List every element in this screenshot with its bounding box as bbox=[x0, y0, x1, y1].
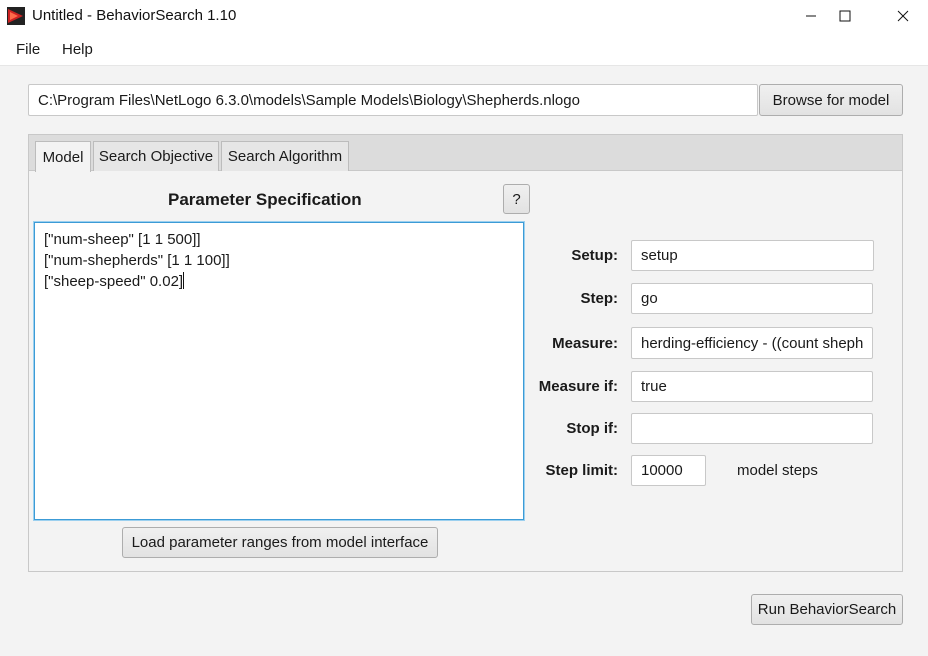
step-limit-field[interactable]: 10000 bbox=[631, 455, 706, 486]
parameter-help-button[interactable]: ? bbox=[503, 184, 530, 214]
stop-if-field[interactable] bbox=[631, 413, 873, 444]
title-bar: Untitled - BehaviorSearch 1.10 bbox=[0, 0, 928, 32]
window-title: Untitled - BehaviorSearch 1.10 bbox=[32, 7, 237, 24]
tab-model[interactable]: Model bbox=[35, 141, 91, 172]
browse-for-model-button[interactable]: Browse for model bbox=[759, 84, 903, 116]
parameter-spec-title: Parameter Specification bbox=[168, 190, 362, 209]
close-icon bbox=[897, 10, 909, 22]
param-line: ["sheep-speed" 0.02] bbox=[44, 273, 184, 290]
menu-file[interactable]: File bbox=[16, 41, 40, 58]
step-limit-label: Step limit: bbox=[545, 462, 618, 479]
step-field[interactable]: go bbox=[631, 283, 873, 314]
model-path-field[interactable]: C:\Program Files\NetLogo 6.3.0\models\Sa… bbox=[28, 84, 758, 116]
behaviorsearch-app-icon bbox=[7, 7, 25, 25]
close-button[interactable] bbox=[880, 0, 926, 32]
menu-bar: File Help bbox=[0, 32, 928, 66]
load-parameter-ranges-button[interactable]: Load parameter ranges from model interfa… bbox=[122, 527, 438, 558]
setup-label: Setup: bbox=[571, 247, 618, 264]
step-label: Step: bbox=[580, 290, 619, 307]
stop-if-label: Stop if: bbox=[566, 420, 618, 437]
tab-strip: Model Search Objective Search Algorithm bbox=[29, 135, 902, 172]
tab-search-objective[interactable]: Search Objective bbox=[93, 141, 219, 171]
minimize-icon bbox=[806, 15, 816, 17]
measure-field[interactable]: herding-efficiency - ((count sheph bbox=[631, 327, 873, 359]
setup-field[interactable]: setup bbox=[631, 240, 874, 271]
run-behaviorsearch-button[interactable]: Run BehaviorSearch bbox=[751, 594, 903, 625]
measure-if-field[interactable]: true bbox=[631, 371, 873, 402]
menu-help[interactable]: Help bbox=[62, 41, 93, 58]
measure-label: Measure: bbox=[552, 335, 618, 352]
parameter-spec-textarea[interactable]: ["num-sheep" [1 1 500]] ["num-shepherds"… bbox=[34, 222, 524, 520]
maximize-icon bbox=[839, 10, 851, 22]
tab-search-algorithm[interactable]: Search Algorithm bbox=[221, 141, 349, 171]
param-line: ["num-sheep" [1 1 500]] bbox=[44, 231, 201, 248]
param-line: ["num-shepherds" [1 1 100]] bbox=[44, 252, 230, 269]
step-limit-unit: model steps bbox=[737, 462, 818, 479]
text-caret bbox=[183, 272, 185, 289]
maximize-button[interactable] bbox=[822, 0, 868, 32]
measure-if-label: Measure if: bbox=[538, 378, 618, 395]
